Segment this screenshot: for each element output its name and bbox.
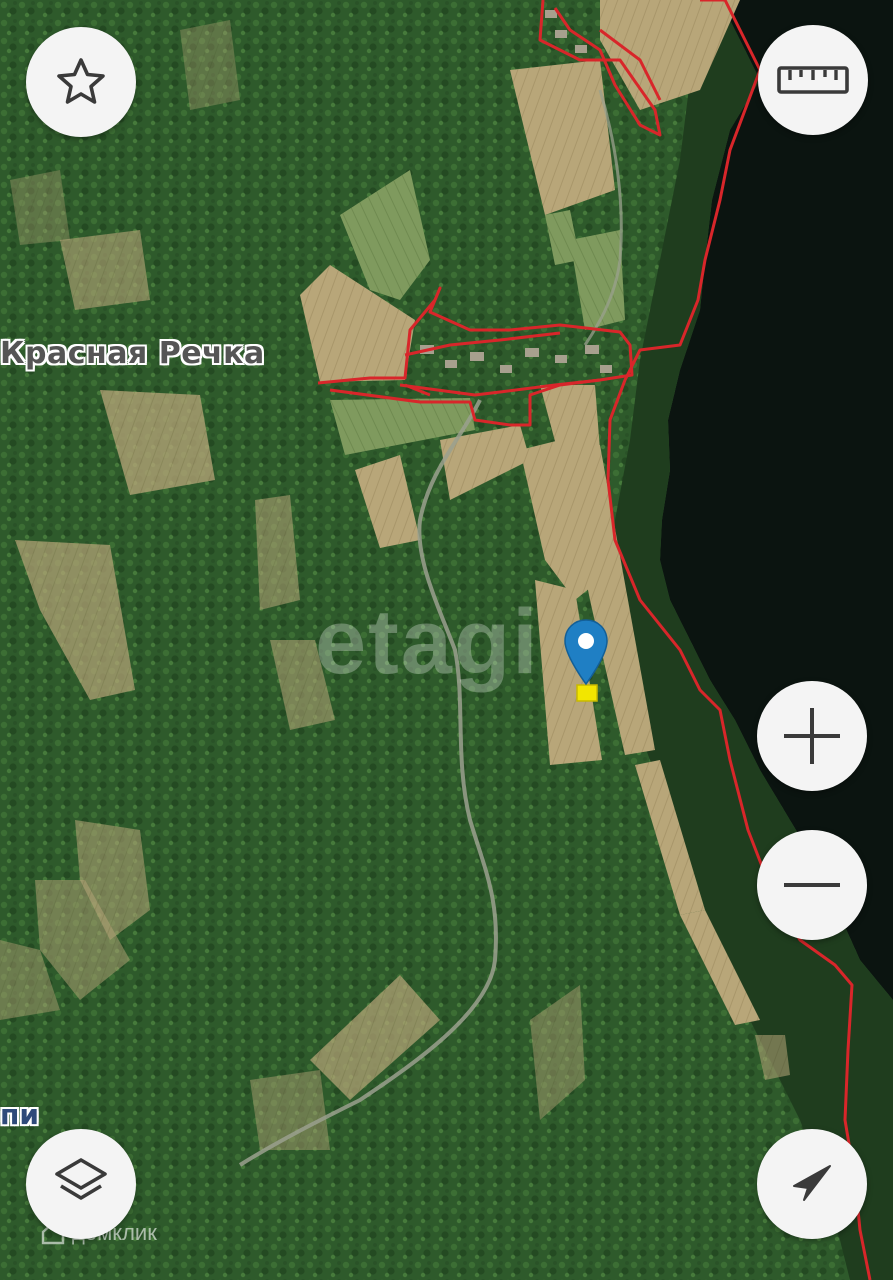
place-label-krasnaya-rechka[interactable]: Красная Речка — [0, 336, 265, 371]
zoom-in-button[interactable] — [757, 681, 867, 791]
location-pin-icon[interactable] — [563, 618, 609, 686]
selected-plot[interactable] — [576, 684, 598, 702]
minus-icon — [784, 883, 840, 887]
locate-me-button[interactable] — [757, 1129, 867, 1239]
ruler-icon — [777, 66, 849, 94]
star-icon — [57, 58, 105, 104]
favorite-button[interactable] — [26, 27, 136, 137]
ruler-button[interactable] — [758, 25, 868, 135]
watermark-etagi: etagi — [315, 591, 540, 693]
layers-icon — [55, 1158, 107, 1200]
plus-icon — [784, 708, 840, 764]
navigation-arrow-icon — [793, 1165, 831, 1201]
zoom-out-button[interactable] — [757, 830, 867, 940]
layers-button[interactable] — [26, 1129, 136, 1239]
place-label-partial: пи — [0, 1098, 39, 1131]
